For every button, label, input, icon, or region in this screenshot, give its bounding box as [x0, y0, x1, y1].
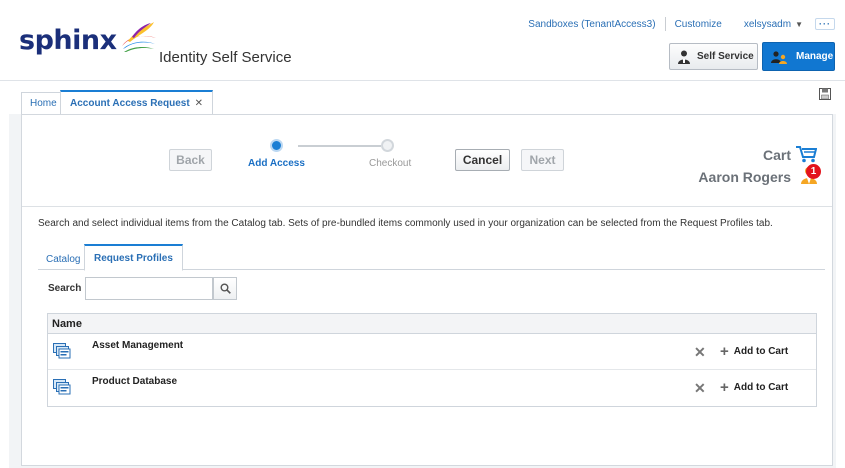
row-name: Product Database — [92, 376, 178, 387]
plus-icon: + — [720, 378, 729, 396]
step-label-add-access[interactable]: Add Access — [248, 158, 305, 169]
remove-icon[interactable]: ✕ — [694, 345, 706, 359]
tab-home-label: Home — [30, 98, 57, 109]
add-to-cart-label: Add to Cart — [733, 346, 789, 357]
tab-catalog-label: Catalog — [46, 253, 81, 265]
request-profile-icon — [53, 343, 71, 362]
self-service-button[interactable]: Self Service — [669, 43, 758, 70]
brand-logo: sphinx — [19, 21, 158, 56]
cancel-button[interactable]: Cancel — [455, 149, 510, 171]
train-connector — [298, 145, 381, 147]
self-service-label: Self Service — [697, 51, 754, 62]
tab-home[interactable]: Home — [21, 92, 66, 114]
back-label: Back — [176, 153, 205, 167]
tab-catalog[interactable]: Catalog — [38, 248, 88, 270]
self-service-person-icon — [678, 50, 690, 64]
app-header: Sandboxes (TenantAccess3) Customize xels… — [0, 0, 845, 81]
column-header-label: Name — [52, 317, 82, 330]
search-icon — [220, 283, 231, 294]
table-row[interactable]: Asset Management ✕ + Add to Cart — [48, 334, 816, 370]
add-to-cart-button[interactable]: + Add to Cart — [720, 378, 789, 396]
tab-account-access-request[interactable]: Account Access Request ✕ — [60, 90, 214, 115]
add-to-cart-button[interactable]: + Add to Cart — [720, 342, 789, 360]
document-tabs: Home Account Access Request ✕ — [0, 88, 845, 115]
manage-label: Manage — [796, 51, 834, 62]
user-menu[interactable]: xelsysadm ▼ — [744, 19, 803, 30]
request-profile-icon — [53, 379, 71, 398]
column-header-name[interactable]: Name — [48, 314, 816, 334]
add-to-cart-label: Add to Cart — [733, 382, 789, 393]
request-profiles-table: Name Asset Management ✕ + Add to Cart Pr… — [47, 313, 817, 407]
close-icon[interactable]: ✕ — [195, 98, 203, 109]
top-links: Sandboxes (TenantAccess3) Customize xels… — [528, 17, 835, 31]
sandboxes-link[interactable]: Sandboxes (TenantAccess3) — [528, 19, 655, 30]
tab-request-profiles-label: Request Profiles — [94, 252, 173, 264]
train-stop-checkout[interactable] — [381, 139, 394, 152]
tab-request-profiles[interactable]: Request Profiles — [84, 244, 183, 271]
tab-label: Account Access Request — [70, 98, 190, 109]
brand-name: sphinx — [19, 25, 117, 56]
cart-count-badge: 1 — [806, 164, 821, 179]
instructions-text: Search and select individual items from … — [38, 218, 773, 229]
catalog-tabs: Catalog Request Profiles — [38, 243, 825, 271]
manage-people-icon — [771, 50, 789, 64]
customize-link[interactable]: Customize — [675, 19, 722, 30]
save-icon[interactable] — [819, 88, 831, 103]
remove-icon[interactable]: ✕ — [694, 381, 706, 395]
next-button[interactable]: Next — [521, 149, 564, 171]
cancel-label: Cancel — [462, 153, 503, 167]
search-button[interactable] — [213, 277, 237, 300]
cart-label[interactable]: Cart — [763, 147, 791, 163]
cart-user-name: Aaron Rogers — [698, 169, 791, 185]
divider — [731, 17, 735, 31]
search-input[interactable] — [85, 277, 213, 300]
search-label: Search — [48, 283, 82, 294]
train-stop-add-access[interactable] — [270, 139, 283, 152]
more-icon[interactable]: ··· — [815, 18, 835, 30]
next-label: Next — [529, 153, 556, 167]
row-name: Asset Management — [92, 340, 184, 351]
user-menu-label: xelsysadm — [743, 18, 792, 30]
chevron-down-icon: ▼ — [795, 19, 803, 29]
back-button[interactable]: Back — [169, 149, 212, 171]
plus-icon: + — [720, 342, 729, 360]
app-title: Identity Self Service — [159, 49, 292, 66]
step-label-checkout[interactable]: Checkout — [369, 158, 411, 169]
manage-button[interactable]: Manage — [762, 42, 835, 71]
main-panel: Back Add Access Checkout Cancel Next Car… — [21, 114, 833, 466]
train-toolbar: Back Add Access Checkout Cancel Next Car… — [22, 115, 832, 207]
cart-icon[interactable] — [795, 145, 818, 166]
logo-swirl-icon — [121, 21, 156, 52]
divider — [664, 17, 666, 31]
table-row[interactable]: Product Database ✕ + Add to Cart — [48, 370, 816, 406]
